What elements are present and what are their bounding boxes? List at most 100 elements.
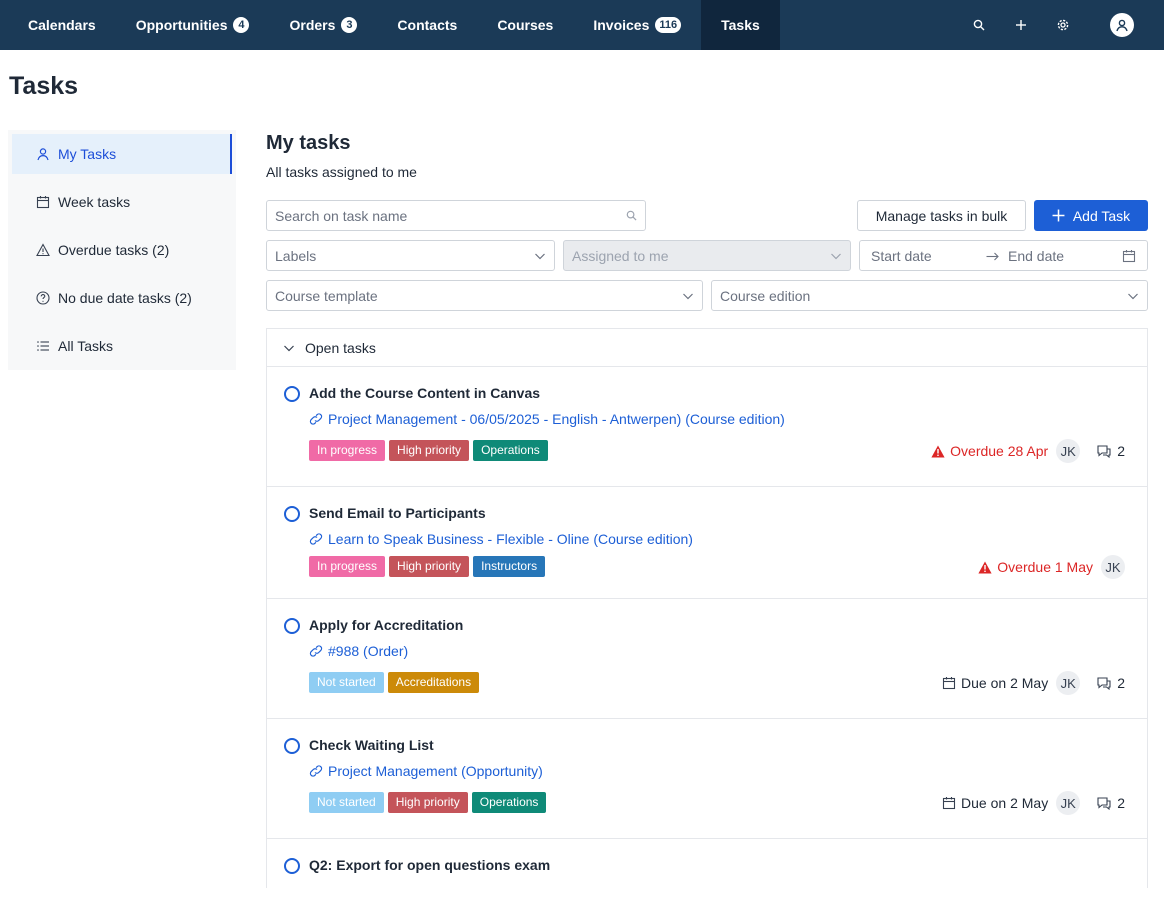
comments-text: 2 [1117,795,1125,811]
tag-high-priority: High priority [389,440,470,461]
task-row[interactable]: Q2: Export for open questions exam [267,839,1147,899]
comments-text: 2 [1117,675,1125,691]
due-text: Overdue 1 May [997,559,1093,575]
user-icon [37,148,49,161]
nav-label: Contacts [397,17,458,33]
complete-task-checkbox[interactable] [284,506,300,522]
assignee-avatar[interactable]: JK [1056,671,1081,695]
tag-not-started: Not started [309,792,384,813]
count-badge: 4 [233,17,250,33]
sidebar-item-no-due-date[interactable]: No due date tasks (2) [12,278,232,318]
section-title: My tasks [266,132,351,154]
task-title: Check Waiting List [309,737,434,753]
warning-icon [931,445,945,457]
sidebar-item-my-tasks[interactable]: My Tasks [12,134,232,174]
task-link[interactable]: Learn to Speak Business - Flexible - Oli… [309,531,693,547]
task-title: Q2: Export for open questions exam [309,857,551,873]
assignee-avatar[interactable]: JK [1101,555,1125,579]
comments-count[interactable]: 2 [1096,443,1125,459]
gear-icon[interactable] [1042,0,1084,50]
calendar-icon [36,196,50,209]
task-title: Add the Course Content in Canvas [309,385,541,401]
nav-calendars[interactable]: Calendars [0,0,116,50]
task-link[interactable]: Project Management (Opportunity) [309,763,543,779]
assignee-avatar[interactable]: JK [1056,439,1081,463]
task-row[interactable]: Apply for Accreditation #988 (Order) Not… [267,599,1147,719]
calendar-icon [1122,250,1136,263]
complete-task-checkbox[interactable] [284,386,300,402]
nav-tasks[interactable]: Tasks [701,0,780,50]
task-title: Apply for Accreditation [309,617,464,633]
arrow-right-icon [986,252,999,261]
task-link-text: Learn to Speak Business - Flexible - Oli… [328,531,693,547]
add-task-button[interactable]: Add Task [1034,200,1148,231]
sidebar-item-label: All Tasks [58,338,113,354]
task-list: Open tasks Add the Course Content in Can… [266,328,1148,888]
course-edition-select[interactable]: Course edition [711,280,1148,311]
tag-operations: Operations [473,440,548,461]
course-template-placeholder: Course template [275,287,378,304]
task-link[interactable]: #988 (Order) [309,643,408,659]
nav-courses[interactable]: Courses [477,0,573,50]
open-tasks-header[interactable]: Open tasks [267,329,1147,367]
plus-icon[interactable] [1000,0,1042,50]
chevron-down-icon [284,345,294,351]
task-meta: Due on 2 May JK 2 [942,671,1125,695]
search-placeholder: Search on task name [275,207,408,224]
nav-label: Tasks [721,17,760,33]
task-tags: Not started Accreditations [309,672,483,693]
tag-high-priority: High priority [387,792,468,813]
nav-label: Invoices [593,17,650,33]
due-label: Due on 2 May [942,675,1048,691]
complete-task-checkbox[interactable] [284,858,300,874]
start-date-placeholder: Start date [871,247,932,264]
top-nav: Calendars Opportunities 4 Orders 3 Contact… [0,0,1164,50]
task-row[interactable]: Send Email to Participants Learn to Spea… [267,487,1147,599]
sidebar-item-label: My Tasks [58,146,117,162]
comments-count[interactable]: 2 [1096,675,1125,691]
task-row[interactable]: Check Waiting List Project Management (O… [267,719,1147,839]
tag-operations: Operations [471,792,547,813]
due-text: Due on 2 May [961,675,1049,691]
add-task-label: Add Task [1072,207,1131,224]
link-icon [309,765,323,777]
task-row[interactable]: Add the Course Content in Canvas Project… [267,367,1147,487]
comments-text: 2 [1117,443,1125,459]
complete-task-checkbox[interactable] [284,618,300,634]
task-link[interactable]: Project Management - 06/05/2025 - Englis… [309,411,785,427]
sidebar-item-label: No due date tasks (2) [58,290,192,306]
assignee-avatar[interactable]: JK [1056,791,1081,815]
sidebar-item-overdue-tasks[interactable]: Overdue tasks (2) [12,230,232,270]
assigned-select: Assigned to me [563,240,851,271]
search-input[interactable]: Search on task name [266,200,646,231]
manage-bulk-button[interactable]: Manage tasks in bulk [857,200,1026,231]
tag-not-started: Not started [309,672,384,693]
complete-task-checkbox[interactable] [284,738,300,754]
labels-placeholder: Labels [275,247,317,264]
date-range-picker[interactable]: Start date End date [859,240,1148,271]
sidebar-item-label: Week tasks [58,194,131,210]
nav-invoices[interactable]: Invoices 116 [573,0,701,50]
search-icon[interactable] [958,0,1000,50]
nav-label: Opportunities [135,17,228,33]
assigned-value: Assigned to me [572,247,669,264]
course-template-select[interactable]: Course template [266,280,703,311]
due-text: Due on 2 May [961,795,1049,811]
comments-icon [1097,677,1111,690]
due-label: Due on 2 May [942,795,1048,811]
comments-count[interactable]: 2 [1096,795,1125,811]
due-text: Overdue 28 Apr [950,443,1049,459]
nav-opportunities[interactable]: Opportunities 4 [116,0,270,50]
nav-contacts[interactable]: Contacts [377,0,477,50]
task-meta: Overdue 28 Apr JK 2 [931,439,1125,463]
labels-select[interactable]: Labels [266,240,555,271]
task-tags: Not started High priority Operations [309,792,550,813]
calendar-icon [942,797,956,810]
page-title: Tasks [9,72,79,100]
sidebar-item-week-tasks[interactable]: Week tasks [12,182,232,222]
nav-actions [958,0,1164,50]
sidebar-item-all-tasks[interactable]: All Tasks [12,326,232,366]
nav-orders[interactable]: Orders 3 [269,0,377,50]
user-icon[interactable] [1110,13,1134,37]
task-tags: In progress High priority Instructors [309,556,549,577]
